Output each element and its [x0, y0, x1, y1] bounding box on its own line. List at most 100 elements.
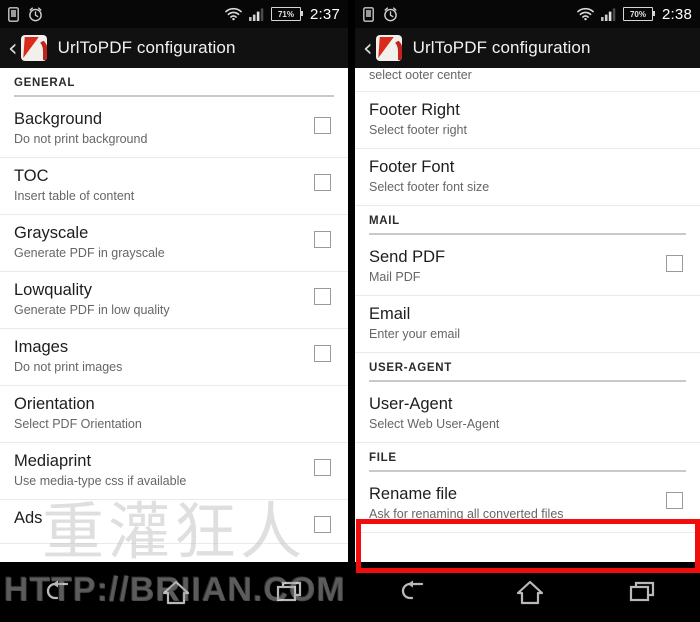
row-text: Send PDF Mail PDF — [369, 248, 656, 285]
wifi-icon — [577, 7, 594, 21]
row-text: Lowquality Generate PDF in low quality — [14, 281, 304, 318]
row-subtitle: Select footer right — [369, 122, 467, 137]
title-bar-left: ‹ UrlToPDF configuration — [0, 28, 348, 68]
setting-row-user-agent[interactable]: User-Agent Select Web User-Agent — [355, 386, 700, 443]
sim-card-icon — [363, 6, 374, 22]
settings-list-right[interactable]: select ooter center Footer Right Select … — [355, 68, 700, 562]
wifi-icon — [225, 7, 242, 21]
setting-row-footer-center-partial[interactable]: select ooter center — [355, 68, 700, 92]
row-text: Background Do not print background — [14, 110, 304, 147]
setting-row-images[interactable]: Images Do not print images — [0, 329, 348, 386]
row-text: User-Agent Select Web User-Agent — [369, 395, 686, 432]
page-title: UrlToPDF configuration — [412, 38, 591, 57]
back-icon[interactable] — [42, 579, 76, 605]
setting-row-orientation[interactable]: Orientation Select PDF Orientation — [0, 386, 348, 443]
row-text: TOC Insert table of content — [14, 167, 304, 204]
setting-row-toc[interactable]: TOC Insert table of content — [0, 158, 348, 215]
checkbox-toc[interactable] — [314, 173, 331, 191]
setting-row-footer-font[interactable]: Footer Font Select footer font size — [355, 149, 700, 206]
home-icon[interactable] — [160, 578, 192, 606]
section-header-general: GENERAL — [0, 68, 348, 101]
row-title: Lowquality — [14, 280, 92, 299]
back-chevron-icon[interactable]: ‹ — [8, 36, 18, 60]
setting-row-rename-file[interactable]: Rename file Ask for renaming all convert… — [355, 476, 700, 533]
row-subtitle: Generate PDF in grayscale — [14, 245, 165, 260]
row-title: Footer Font — [369, 157, 455, 176]
checkbox-background[interactable] — [314, 117, 331, 134]
section-header-file: FILE — [355, 443, 700, 476]
row-title: User-Agent — [369, 394, 453, 413]
section-label: FILE — [369, 451, 397, 464]
setting-row-background[interactable]: Background Do not print background — [0, 101, 348, 158]
phone-screen-right: 70% 2:38 ‹ UrlToPDF configuration select… — [355, 0, 700, 622]
row-subtitle: Use media-type css if available — [14, 473, 187, 488]
row-title: Background — [14, 110, 103, 128]
row-title: Send PDF — [369, 247, 446, 266]
setting-row-send-pdf[interactable]: Send PDF Mail PDF — [355, 239, 700, 296]
row-title: Images — [14, 337, 69, 356]
row-subtitle: Select footer font size — [369, 179, 490, 194]
nav-bar-right[interactable] — [355, 562, 700, 622]
battery-indicator: 70% — [623, 5, 655, 21]
row-title: Ads — [14, 508, 43, 527]
status-bar-right: 70% 2:38 — [355, 0, 700, 28]
clock-time: 2:37 — [310, 5, 340, 23]
section-header-user-agent: USER-AGENT — [355, 353, 700, 386]
setting-row-footer-right[interactable]: Footer Right Select footer right — [355, 92, 700, 149]
setting-row-mediaprint[interactable]: Mediaprint Use media-type css if availab… — [0, 443, 348, 500]
row-subtitle: Select Web User-Agent — [369, 416, 500, 431]
row-text: Rename file Ask for renaming all convert… — [369, 485, 656, 522]
pdf-app-icon — [375, 35, 402, 61]
recents-icon[interactable] — [276, 579, 306, 605]
setting-row-email[interactable]: Email Enter your email — [355, 296, 700, 353]
title-bar-right: ‹ UrlToPDF configuration — [355, 28, 700, 68]
home-icon[interactable] — [514, 578, 546, 606]
checkbox-grayscale[interactable] — [314, 230, 331, 248]
row-title: Email — [369, 304, 411, 323]
sim-card-icon — [8, 6, 19, 22]
row-subtitle: Insert table of content — [14, 188, 135, 203]
battery-indicator: 71% — [271, 5, 303, 21]
section-label: GENERAL — [14, 77, 76, 89]
row-text: Mediaprint Use media-type css if availab… — [14, 452, 304, 489]
page-title: UrlToPDF configuration — [57, 38, 236, 57]
section-divider — [369, 232, 686, 235]
phone-screen-left: 71% 2:37 ‹ UrlToPDF configuration GENERA… — [0, 0, 348, 622]
recents-icon[interactable] — [629, 579, 659, 605]
checkbox-lowquality[interactable] — [314, 287, 331, 305]
row-subtitle: select ooter center — [369, 68, 472, 82]
row-text: select ooter center — [369, 68, 686, 83]
status-bar-left: 71% 2:37 — [0, 0, 348, 28]
row-subtitle: Generate PDF in low quality — [14, 302, 170, 317]
screenshot-root: 71% 2:37 ‹ UrlToPDF configuration GENERA… — [0, 0, 700, 622]
setting-row-ads[interactable]: Ads — [0, 500, 348, 544]
checkbox-rename-file[interactable] — [666, 491, 683, 509]
section-header-mail: MAIL — [355, 206, 700, 239]
status-left-icons — [363, 6, 398, 22]
row-text: Footer Font Select footer font size — [369, 158, 686, 195]
checkbox-images[interactable] — [314, 344, 331, 362]
status-left-icons — [8, 6, 43, 22]
row-title: Footer Right — [369, 101, 460, 119]
setting-row-lowquality[interactable]: Lowquality Generate PDF in low quality — [0, 272, 348, 329]
pdf-app-icon — [20, 35, 47, 61]
checkbox-mediaprint[interactable] — [314, 458, 331, 476]
checkbox-send-pdf[interactable] — [666, 254, 683, 272]
status-right-icons: 70% 2:38 — [577, 5, 692, 23]
setting-row-grayscale[interactable]: Grayscale Generate PDF in grayscale — [0, 215, 348, 272]
section-label: USER-AGENT — [369, 361, 453, 374]
checkbox-ads[interactable] — [314, 515, 331, 533]
row-subtitle: Mail PDF — [369, 269, 421, 284]
nav-bar-left[interactable]: HTTP://BRIIAN.COM — [0, 562, 348, 622]
signal-icon — [601, 7, 616, 21]
section-divider — [14, 95, 334, 97]
section-divider — [369, 469, 686, 472]
settings-list-left[interactable]: GENERAL Background Do not print backgrou… — [0, 68, 348, 562]
row-subtitle: Enter your email — [369, 326, 461, 341]
back-chevron-icon[interactable]: ‹ — [363, 36, 373, 60]
row-text: Grayscale Generate PDF in grayscale — [14, 224, 304, 261]
row-text: Orientation Select PDF Orientation — [14, 395, 334, 432]
back-icon[interactable] — [397, 579, 431, 605]
clock-time: 2:38 — [662, 5, 692, 23]
row-subtitle: Do not print background — [14, 131, 148, 146]
